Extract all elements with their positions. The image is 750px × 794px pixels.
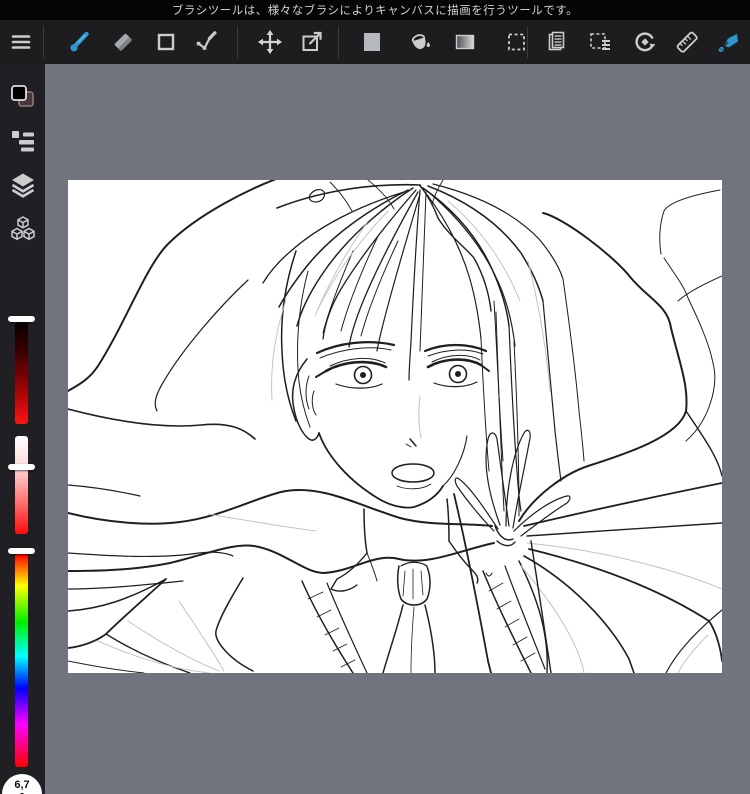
move-arrows-icon [258,30,282,54]
toolbar-divider [338,26,339,58]
marquee-selection-icon [508,33,525,51]
paint-bucket-icon [411,34,430,50]
tool-hint-text: ブラシツールは、様々なブラシによりキャンバスに描画を行うツールです。 [171,5,579,17]
brush-tool-button[interactable] [63,25,97,59]
menu-button[interactable] [4,25,38,59]
saturation-slider-handle[interactable] [8,464,35,470]
transform-icon [302,31,322,51]
document-pages-icon [548,31,565,51]
ruler-tool-button[interactable] [670,25,704,59]
hamburger-menu-icon [11,35,31,49]
shape-tool-button[interactable] [149,25,183,59]
brush-list-button[interactable] [8,126,38,156]
material-cubes-icon [11,216,35,241]
pages-button[interactable] [540,25,574,59]
polyline-pen-icon [196,31,217,50]
artwork-svg [68,180,722,673]
brush-size-badge[interactable]: 6,7 px [2,774,42,794]
fill-bucket-button[interactable] [403,25,437,59]
value-slider-rail[interactable] [15,322,28,424]
material-pen-icon [718,34,738,52]
marquee-select-button[interactable] [500,25,534,59]
toolbar-divider [237,26,238,58]
selection-options-icon [590,33,610,50]
drawing-canvas[interactable] [68,180,722,673]
gradient-icon [455,34,475,50]
value-slider-handle[interactable] [8,316,35,322]
saturation-slider-rail[interactable] [15,436,28,534]
eraser-tool-button[interactable] [106,25,140,59]
hue-slider-handle[interactable] [8,548,35,554]
ruler-icon [676,31,698,53]
move-tool-button[interactable] [253,25,287,59]
select-options-button[interactable] [583,25,617,59]
rectangle-shape-icon [157,33,175,51]
color-swatch-button[interactable] [355,25,389,59]
tool-hint-bar: ブラシツールは、様々なブラシによりキャンバスに描画を行うツールです。 [0,0,750,20]
brush-icon [70,31,89,52]
main-toolbar [0,20,750,82]
polyline-pen-tool-button[interactable] [190,25,224,59]
left-sidebar: 6,7 px 100 % [0,64,45,794]
layers-button[interactable] [8,170,38,200]
brush-size-value: 6,7 [14,778,30,791]
materials-button[interactable] [8,214,38,244]
hue-slider-rail[interactable] [15,554,28,767]
foreground-background-color-icon [11,85,34,107]
toolbar-divider [43,26,44,58]
material-pen-button[interactable] [711,25,745,59]
workspace [45,64,750,794]
paint-app-window: ブラシツールは、様々なブラシによりキャンバスに描画を行うツールです。 6,7 [0,0,750,794]
layers-icon [11,173,35,198]
transform-tool-button[interactable] [295,25,329,59]
fg-bg-color-button[interactable] [8,82,38,112]
rotate-reset-icon [635,32,656,52]
eraser-icon [114,33,132,51]
rotate-canvas-button[interactable] [628,25,662,59]
color-swatch-icon [364,33,380,51]
gradient-tool-button[interactable] [448,25,482,59]
brush-list-icon [12,131,34,152]
